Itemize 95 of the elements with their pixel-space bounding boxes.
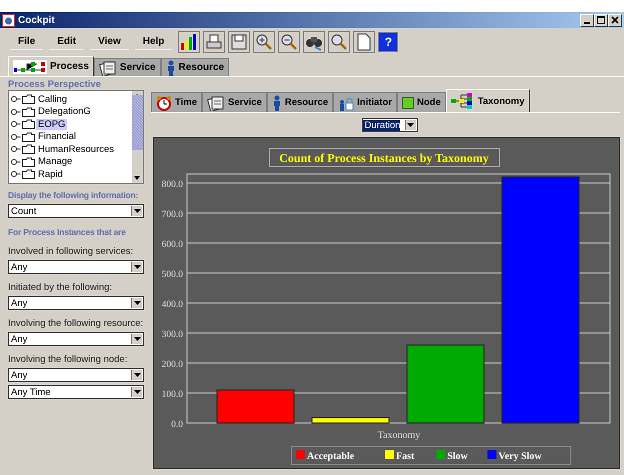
app-icon bbox=[2, 14, 15, 26]
axis-tick-label: 100.0 bbox=[162, 390, 183, 400]
filter-dropdown[interactable]: Any Time bbox=[8, 385, 144, 399]
scrollbar[interactable] bbox=[132, 91, 143, 183]
tree-item[interactable]: Calling bbox=[36, 94, 70, 105]
expand-handle-icon[interactable] bbox=[11, 158, 21, 166]
expand-handle-icon[interactable] bbox=[11, 145, 21, 154]
binoculars-icon[interactable] bbox=[303, 31, 326, 53]
close-icon bbox=[611, 16, 619, 24]
window-title: Cockpit bbox=[18, 14, 55, 26]
chart-title: Count of Process Instances by Taxonomy bbox=[279, 151, 489, 165]
dropdown-arrow-icon[interactable] bbox=[131, 206, 142, 216]
alarm-clock-icon bbox=[156, 94, 172, 110]
view-tab[interactable]: Resource bbox=[266, 92, 334, 112]
printer-icon[interactable] bbox=[203, 31, 226, 53]
axis-tick-label: 0.0 bbox=[171, 420, 183, 430]
folder-icon bbox=[22, 132, 35, 142]
folder-icon bbox=[22, 94, 35, 104]
documents-icon bbox=[207, 94, 226, 110]
filter-heading: For Process Instances that are bbox=[8, 227, 127, 238]
tree-item[interactable]: EOPG bbox=[36, 118, 68, 130]
filter-dropdown[interactable]: Any bbox=[8, 332, 144, 346]
node-icon bbox=[402, 96, 414, 108]
axis-tick-label: 200.0 bbox=[162, 360, 183, 370]
display-dropdown[interactable]: Count bbox=[8, 204, 144, 218]
tree-item[interactable]: Financial bbox=[36, 131, 78, 142]
expand-handle-icon[interactable] bbox=[11, 120, 21, 128]
view-tab[interactable]: Taxonomy bbox=[446, 89, 530, 112]
folder-icon bbox=[22, 169, 35, 180]
menu-item[interactable]: Help bbox=[134, 34, 172, 50]
filter-label: Involved in following services: bbox=[8, 246, 134, 257]
section-title: Process Perspective bbox=[8, 79, 102, 90]
search-icon[interactable] bbox=[328, 31, 350, 53]
legend-label: Slow bbox=[447, 451, 468, 462]
legend-label: Fast bbox=[396, 451, 414, 462]
process-diagram-icon bbox=[13, 60, 47, 74]
zoom-out-icon[interactable] bbox=[278, 31, 300, 53]
expand-handle-icon[interactable] bbox=[11, 108, 21, 116]
legend-label: Very Slow bbox=[498, 451, 542, 462]
filter-label: Involving the following node: bbox=[8, 354, 128, 365]
dropdown-arrow-icon[interactable] bbox=[131, 262, 142, 272]
filter-label: Initiated by the following: bbox=[8, 282, 114, 293]
expand-handle-icon[interactable] bbox=[11, 95, 21, 104]
perspective-tab[interactable]: Resource bbox=[160, 58, 230, 76]
axis-tick-label: 800.0 bbox=[162, 180, 183, 190]
tree-item[interactable]: Rapid bbox=[36, 168, 65, 180]
hierarchy-icon bbox=[450, 92, 475, 110]
view-tab[interactable]: Service bbox=[202, 92, 267, 112]
dropdown-arrow-icon[interactable] bbox=[131, 334, 142, 344]
maximize-icon bbox=[597, 16, 605, 24]
tree-item[interactable]: DelegationG bbox=[36, 106, 93, 118]
expand-handle-icon[interactable] bbox=[11, 132, 21, 141]
chart-title: Count of Process Instances by Taxonomy bbox=[269, 148, 500, 167]
menu-item[interactable]: Edit bbox=[49, 34, 84, 50]
folder-icon bbox=[22, 156, 35, 167]
view-tab[interactable]: Time bbox=[151, 92, 202, 112]
zoom-in-icon[interactable] bbox=[253, 31, 276, 53]
dropdown-arrow-icon[interactable] bbox=[131, 387, 142, 397]
filter-dropdown[interactable]: Any bbox=[8, 296, 144, 310]
maximize-button[interactable] bbox=[594, 14, 608, 26]
view-tab[interactable]: Node bbox=[396, 92, 446, 112]
perspective-tab[interactable]: Process bbox=[8, 56, 94, 76]
menu-item[interactable]: File bbox=[10, 34, 44, 50]
dropdown-arrow-icon[interactable] bbox=[131, 298, 142, 308]
folder-icon bbox=[22, 106, 35, 117]
filter-label: Involving the following resource: bbox=[8, 318, 144, 329]
filter-dropdown[interactable]: Any bbox=[8, 260, 144, 274]
filter-dropdown[interactable]: Any bbox=[8, 368, 144, 382]
measure-dropdown[interactable]: Duration bbox=[362, 118, 418, 132]
tree-item[interactable]: HumanResources bbox=[36, 144, 116, 155]
person-icon bbox=[166, 60, 176, 76]
field-label: Display the following information: bbox=[8, 190, 140, 201]
folder-icon bbox=[22, 119, 35, 130]
dropdown-arrow-icon[interactable] bbox=[131, 370, 142, 380]
axis-title: Taxonomy bbox=[378, 430, 420, 441]
person-icon bbox=[272, 94, 282, 110]
axis-tick-label: 700.0 bbox=[162, 210, 183, 220]
axis-tick-label: 500.0 bbox=[162, 270, 183, 280]
close-button[interactable] bbox=[608, 14, 622, 26]
help-button[interactable]: ? bbox=[378, 32, 398, 52]
dropdown-arrow-icon[interactable] bbox=[404, 120, 416, 130]
perspective-tab[interactable]: Service bbox=[94, 58, 161, 76]
menu-item[interactable]: View bbox=[90, 34, 129, 50]
tree-item[interactable]: Manage bbox=[36, 156, 74, 168]
axis-tick-label: 400.0 bbox=[162, 300, 183, 310]
expand-handle-icon[interactable] bbox=[11, 170, 21, 178]
legend-label: Acceptable bbox=[307, 451, 354, 462]
save-icon[interactable] bbox=[228, 31, 250, 53]
view-tab[interactable]: Initiator bbox=[333, 92, 397, 112]
axis-tick-label: 600.0 bbox=[162, 240, 183, 250]
document-icon[interactable] bbox=[353, 31, 376, 53]
axis-tick-label: 300.0 bbox=[162, 330, 183, 340]
minimize-button[interactable] bbox=[580, 14, 594, 26]
folder-icon bbox=[22, 144, 35, 154]
bar-chart-icon[interactable] bbox=[178, 31, 200, 53]
